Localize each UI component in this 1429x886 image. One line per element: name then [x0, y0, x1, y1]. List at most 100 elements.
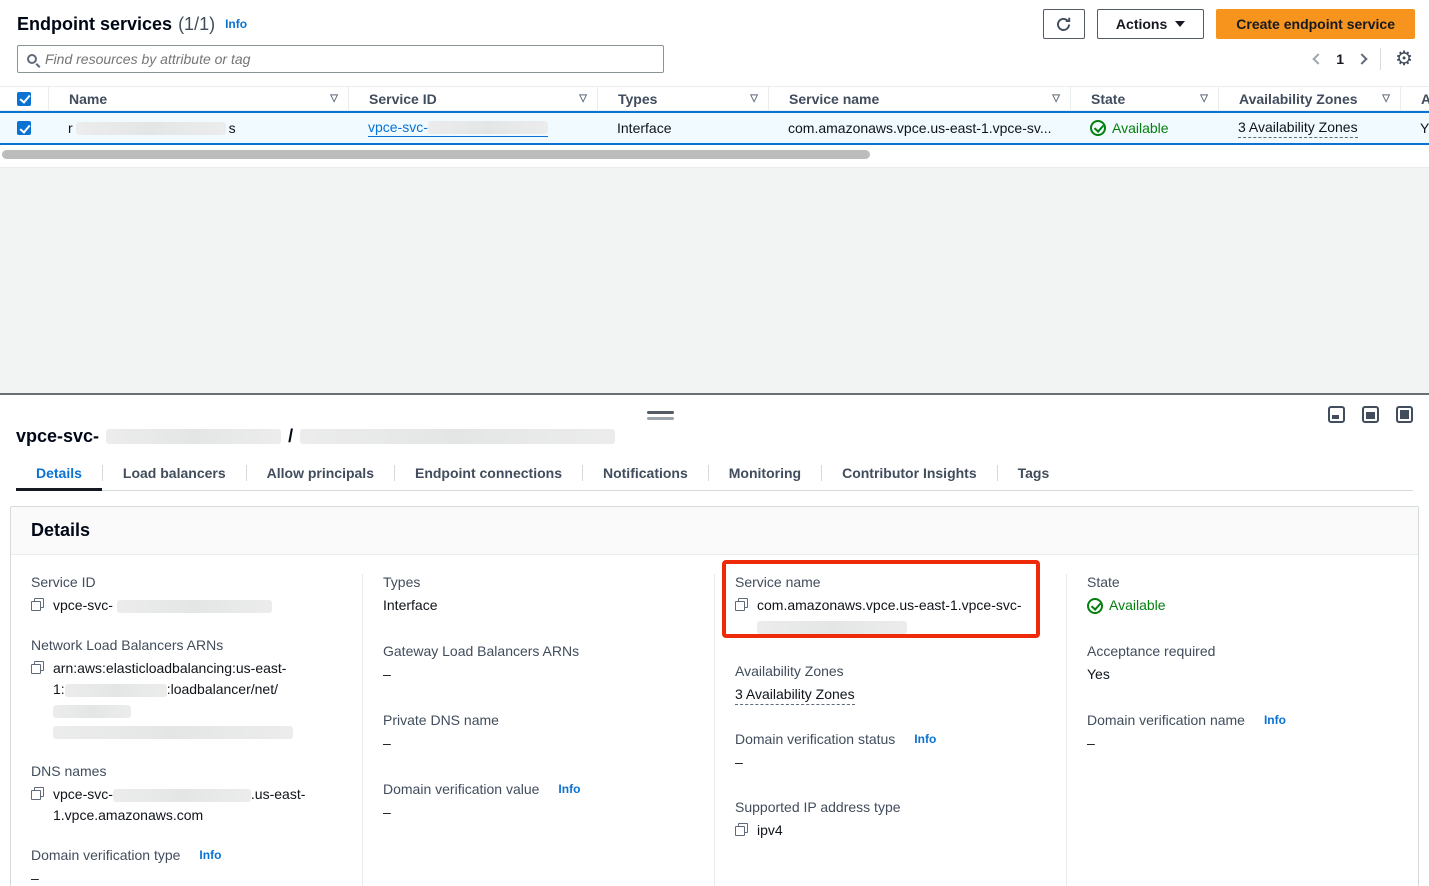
field-label: Availability Zones	[735, 663, 1046, 679]
actions-button[interactable]: Actions	[1097, 9, 1204, 39]
field-label: Supported IP address type	[735, 799, 1046, 815]
info-link[interactable]: Info	[225, 17, 247, 31]
refresh-button[interactable]	[1043, 9, 1085, 39]
redacted-value	[65, 684, 167, 697]
panel-size-small-icon[interactable]	[1328, 406, 1345, 423]
divider	[1380, 48, 1381, 70]
field-domain-verification-name: Domain verification name Info –	[1087, 712, 1398, 754]
redacted-title-name	[300, 429, 615, 444]
filter-arrow-icon[interactable]: ▽	[1200, 93, 1208, 104]
clipped-value: Y	[1420, 120, 1429, 136]
tab-tags[interactable]: Tags	[998, 460, 1070, 490]
details-column-3: Service name com.amazonaws.vpce.us-east-…	[714, 574, 1066, 886]
field-domain-verification-type: Domain verification type Info –	[31, 847, 342, 886]
filter-arrow-icon[interactable]: ▽	[330, 93, 338, 104]
copy-icon[interactable]	[31, 661, 44, 674]
page-number[interactable]: 1	[1336, 51, 1344, 67]
table-row[interactable]: r s vpce-svc- Interface com.amazonaws.vp…	[0, 111, 1429, 145]
column-label: Service name	[789, 91, 879, 107]
column-header-service-id[interactable]: Service ID ▽	[348, 87, 597, 110]
column-label: A	[1421, 91, 1429, 107]
field-label: Domain verification type	[31, 847, 180, 863]
column-label: Service ID	[369, 91, 437, 107]
details-card-title: Details	[11, 507, 1418, 555]
column-header-types[interactable]: Types ▽	[597, 87, 768, 110]
field-value: –	[383, 733, 694, 754]
previous-page-icon[interactable]	[1313, 53, 1324, 64]
chevron-down-icon	[1175, 21, 1185, 27]
success-check-icon	[1087, 598, 1103, 614]
service-id-link[interactable]: vpce-svc-	[368, 119, 548, 137]
service-name-value: com.amazonaws.vpce.us-east-1.vpce-svc-	[757, 597, 1022, 613]
tab-details[interactable]: Details	[16, 460, 102, 490]
create-endpoint-service-button[interactable]: Create endpoint service	[1216, 9, 1415, 39]
column-header-name[interactable]: Name ▽	[48, 87, 348, 110]
field-availability-zones: Availability Zones 3 Availability Zones	[735, 663, 1046, 705]
row-checkbox[interactable]	[17, 121, 31, 135]
column-label: Types	[618, 91, 657, 107]
tab-notifications[interactable]: Notifications	[583, 460, 708, 490]
copy-icon[interactable]	[735, 598, 748, 611]
nlb-arn-value: :loadbalancer/net/	[167, 681, 278, 697]
split-panel: vpce-svc- / Details Load balancers Allow…	[0, 393, 1429, 886]
settings-gear-icon[interactable]: ⚙	[1395, 49, 1413, 69]
field-value: –	[383, 802, 694, 823]
info-link[interactable]: Info	[199, 848, 221, 862]
tab-load-balancers[interactable]: Load balancers	[103, 460, 246, 490]
filter-arrow-icon[interactable]: ▽	[579, 93, 587, 104]
copy-icon[interactable]	[31, 598, 44, 611]
tab-allow-principals[interactable]: Allow principals	[247, 460, 394, 490]
tab-endpoint-connections[interactable]: Endpoint connections	[395, 460, 582, 490]
panel-title-separator: /	[288, 426, 293, 447]
scrollbar-thumb[interactable]	[2, 150, 870, 159]
details-column-1: Service ID vpce-svc- Network Load Balanc…	[11, 574, 362, 886]
tab-contributor-insights[interactable]: Contributor Insights	[822, 460, 997, 490]
panel-size-medium-icon[interactable]	[1362, 406, 1379, 423]
toolbar: 1 ⚙	[0, 43, 1429, 73]
next-page-icon[interactable]	[1356, 53, 1367, 64]
search-input[interactable]	[45, 51, 654, 67]
field-private-dns-name: Private DNS name –	[383, 712, 694, 754]
search-icon	[27, 54, 37, 64]
copy-icon[interactable]	[735, 823, 748, 836]
info-link[interactable]: Info	[558, 782, 580, 796]
column-header-state[interactable]: State ▽	[1070, 87, 1218, 110]
field-value: Yes	[1087, 664, 1398, 685]
info-link[interactable]: Info	[1264, 713, 1286, 727]
tab-monitoring[interactable]: Monitoring	[709, 460, 821, 490]
availability-zones-link[interactable]: 3 Availability Zones	[1238, 119, 1358, 138]
field-label: State	[1087, 574, 1398, 590]
panel-title: vpce-svc- /	[16, 426, 1413, 447]
availability-zones-link[interactable]: 3 Availability Zones	[735, 686, 855, 705]
filter-arrow-icon[interactable]: ▽	[1382, 93, 1390, 104]
panel-drag-handle[interactable]	[647, 411, 674, 420]
redacted-name	[76, 122, 226, 135]
dns-value: vpce-svc-	[53, 786, 113, 802]
cell-service-name: com.amazonaws.vpce.us-east-1.vpce-sv...	[768, 113, 1070, 143]
field-label: Private DNS name	[383, 712, 694, 728]
panel-title-prefix: vpce-svc-	[16, 426, 99, 447]
column-header-availability-zones[interactable]: Availability Zones ▽	[1218, 87, 1400, 110]
info-link[interactable]: Info	[914, 732, 936, 746]
service-name-value: com.amazonaws.vpce.us-east-1.vpce-sv...	[788, 120, 1052, 136]
column-label: State	[1091, 91, 1125, 107]
cell-state: Available	[1070, 113, 1218, 143]
column-header-clipped[interactable]: A	[1400, 87, 1429, 110]
redacted-value	[113, 789, 251, 802]
field-value: –	[1087, 733, 1398, 754]
select-all-checkbox[interactable]	[17, 92, 31, 106]
panel-size-full-icon[interactable]	[1396, 406, 1413, 423]
column-header-service-name[interactable]: Service name ▽	[768, 87, 1070, 110]
cell-service-id: vpce-svc-	[348, 113, 597, 143]
state-value: Available	[1109, 595, 1166, 616]
filter-arrow-icon[interactable]: ▽	[750, 93, 758, 104]
horizontal-scrollbar[interactable]	[0, 145, 1429, 164]
field-glb-arns: Gateway Load Balancers ARNs –	[383, 643, 694, 685]
filter-arrow-icon[interactable]: ▽	[1052, 93, 1060, 104]
field-label: Service name	[735, 574, 1046, 590]
field-domain-verification-value: Domain verification value Info –	[383, 781, 694, 823]
field-supported-ip-address-type: Supported IP address type ipv4	[735, 799, 1046, 841]
search-box[interactable]	[17, 45, 664, 73]
create-button-label: Create endpoint service	[1236, 16, 1395, 32]
copy-icon[interactable]	[31, 787, 44, 800]
